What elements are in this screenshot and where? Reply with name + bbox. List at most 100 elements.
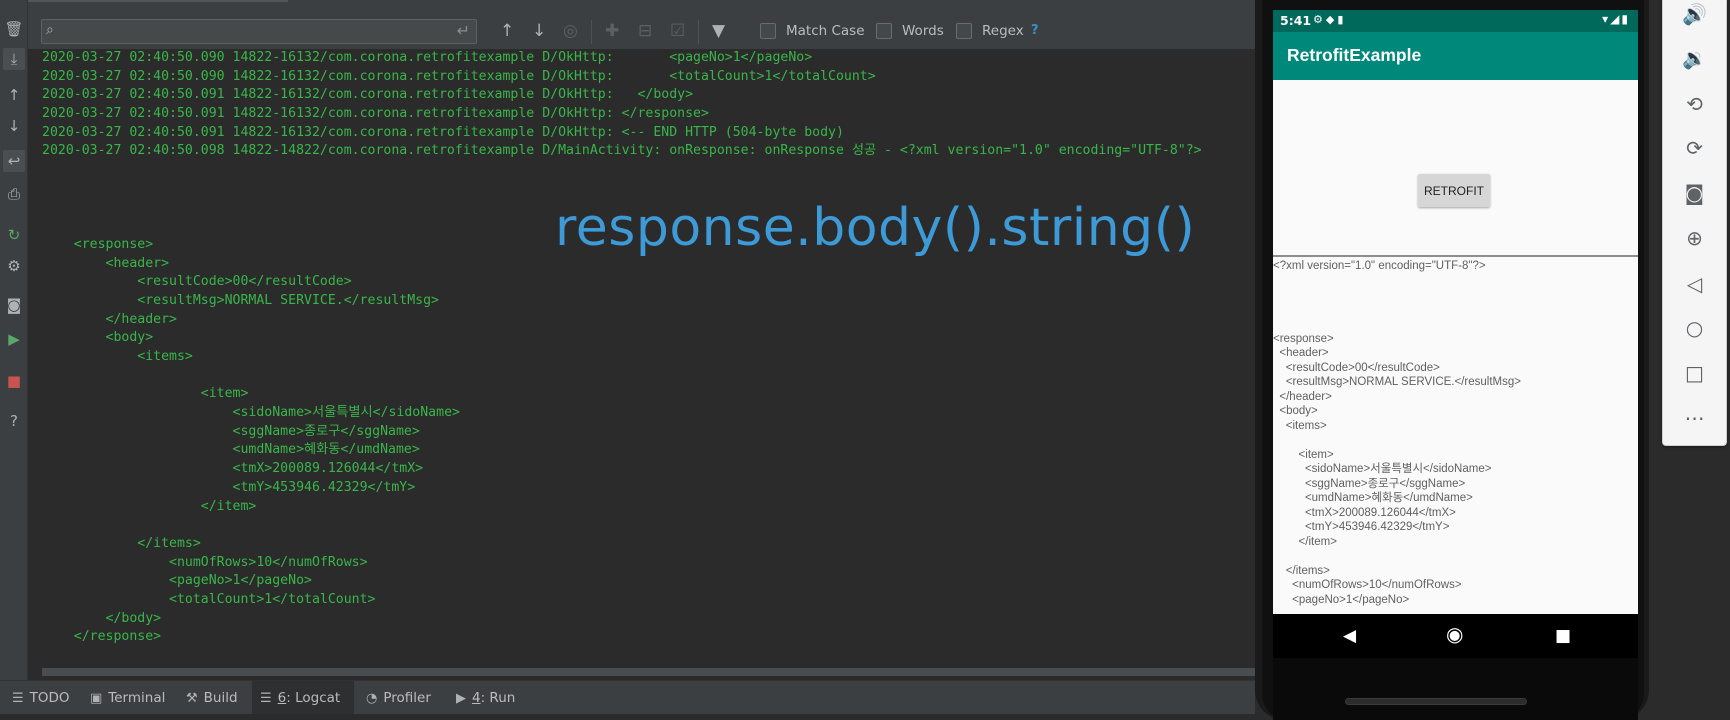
stop-icon[interactable]: ■	[3, 370, 25, 392]
divider	[1273, 255, 1638, 257]
volume-up-icon[interactable]: 🔊	[1663, 2, 1726, 26]
screen-record-icon[interactable]: ▶	[3, 328, 25, 350]
app-bar: RetrofitExample	[1273, 32, 1638, 80]
log-line: 2020-03-27 02:40:50.090 14822-16132/com.…	[42, 50, 813, 65]
logcat-search-input[interactable]: ⌕ ↵	[41, 19, 477, 44]
response-line: <umdName>혜화동</umdName>	[1273, 492, 1473, 504]
recents-icon[interactable]: ■	[1555, 625, 1571, 647]
volume-down-icon[interactable]: 🔉	[1663, 46, 1726, 70]
rotate-right-icon[interactable]: ⟳	[1663, 136, 1726, 160]
logcat-side-toolbar: 🗑 ⤓ ↑ ↓ ↩ ⎙ ↻ ⚙ ◙ ▶ ■ ?	[0, 0, 28, 680]
tab-logcat[interactable]: ☰ 6: Logcat	[252, 681, 354, 715]
enter-icon: ↵	[456, 21, 470, 40]
gear-icon[interactable]: ⚙	[3, 255, 25, 277]
log-line: 2020-03-27 02:40:50.090 14822-16132/com.…	[42, 68, 876, 84]
log-line: <body>	[42, 330, 154, 346]
response-line: <header>	[1273, 347, 1329, 359]
tab-terminal[interactable]: ▣ Terminal	[84, 681, 171, 715]
emulator-controls: 🔊 🔉 ⟲ ⟳ ◙ ⊕ ◁ ○ □ ⋯	[1662, 0, 1727, 446]
android-nav-bar: ◀ ◉ ■	[1273, 614, 1638, 658]
trash-icon[interactable]: 🗑	[3, 18, 25, 40]
remove-occurrence-icon[interactable]: ⊟	[638, 20, 652, 42]
phone-chin	[1273, 658, 1638, 720]
camera-icon[interactable]: ◙	[1663, 181, 1726, 205]
app-content: RETROFIT <?xml version="1.0" encoding="U…	[1273, 80, 1638, 614]
horizontal-scrollbar[interactable]	[42, 668, 1255, 676]
response-line: <?xml version="1.0" encoding="UTF-8"?>	[1273, 260, 1486, 272]
play-icon: ▶	[456, 690, 466, 706]
response-line: <sidoName>서울특별시</sidoName>	[1273, 463, 1492, 475]
response-line	[1273, 433, 1521, 448]
log-line: 2020-03-27 02:40:50.091 14822-16132/com.…	[42, 87, 694, 103]
add-occurrence-icon[interactable]: ✚	[605, 20, 619, 42]
response-line: <pageNo>1</pageNo>	[1273, 593, 1410, 606]
tab-label: : Run	[480, 690, 516, 706]
print-icon[interactable]: ⎙	[3, 183, 25, 205]
android-status-bar: 5:41 ⚙◆▮ ▾◢▮	[1273, 10, 1638, 32]
help-icon[interactable]: ?	[3, 410, 25, 432]
log-line: <numOfRows>10</numOfRows>	[42, 554, 368, 570]
restart-icon[interactable]: ↻	[3, 224, 25, 246]
response-line: <response>	[1273, 332, 1334, 345]
select-all-occurrences-icon[interactable]: ☑	[670, 20, 685, 42]
words-label[interactable]: Words	[902, 23, 944, 39]
retrofit-button[interactable]: RETROFIT	[1418, 174, 1490, 207]
logcat-output[interactable]: 2020-03-27 02:40:50.090 14822-16132/com.…	[28, 49, 1255, 668]
match-case-checkbox[interactable]	[760, 23, 776, 39]
status-time: 5:41	[1280, 13, 1312, 28]
filter-icon[interactable]: ▼	[712, 20, 725, 42]
response-line: <resultCode>00</resultCode>	[1273, 361, 1440, 374]
response-line: <tmY>453946.42329</tmY>	[1273, 521, 1450, 533]
arrow-up-icon[interactable]: ↑	[3, 84, 25, 106]
response-line	[1273, 288, 1521, 303]
tab-build[interactable]: ⚒ Build	[180, 681, 244, 715]
signal-battery-icons: ▾◢▮	[1602, 12, 1630, 26]
log-line: <tmX>200089.126044</tmX>	[42, 461, 424, 477]
response-line: </items>	[1273, 564, 1330, 577]
next-occurrence-icon[interactable]: ↓	[532, 20, 546, 42]
hammer-icon: ⚒	[186, 690, 198, 706]
match-case-label[interactable]: Match Case	[786, 23, 865, 39]
log-line: 2020-03-27 02:40:50.091 14822-16132/com.…	[42, 106, 709, 122]
regex-label[interactable]: Regex	[982, 23, 1024, 39]
regex-help-link[interactable]: ?	[1031, 23, 1039, 38]
response-line	[1273, 549, 1521, 564]
rotate-left-icon[interactable]: ⟲	[1663, 92, 1726, 116]
toolbar-separator	[591, 20, 592, 44]
regex-checkbox[interactable]	[956, 23, 972, 39]
response-line: <item>	[1273, 448, 1334, 461]
previous-occurrence-icon[interactable]: ↑	[500, 20, 514, 42]
log-line: </header>	[42, 311, 177, 327]
back-icon[interactable]: ◁	[1663, 272, 1726, 296]
more-icon[interactable]: ⋯	[1663, 406, 1726, 430]
home-icon[interactable]: ◉	[1446, 623, 1463, 645]
log-line: </body>	[42, 610, 162, 626]
zoom-icon[interactable]: ⊕	[1663, 226, 1726, 250]
tab-label: Profiler	[383, 690, 431, 706]
terminal-icon: ▣	[90, 690, 103, 706]
gauge-icon: ◔	[366, 690, 378, 706]
tab-mnemonic: 6	[277, 690, 287, 706]
arrow-down-icon[interactable]: ↓	[3, 115, 25, 137]
response-text: <?xml version="1.0" encoding="UTF-8"?> <r…	[1273, 259, 1521, 607]
soft-wrap-icon[interactable]: ↩	[3, 150, 25, 172]
overview-icon[interactable]: □	[1663, 361, 1726, 385]
tab-run[interactable]: ▶ 4: Run	[450, 681, 521, 715]
log-line: <resultCode>00</resultCode>	[42, 274, 352, 290]
response-line	[1273, 303, 1521, 318]
response-line: <numOfRows>10</numOfRows>	[1273, 579, 1462, 591]
response-line: <sggName>종로구</sggName>	[1273, 477, 1466, 490]
scroll-to-end-icon[interactable]: ⤓	[3, 48, 25, 70]
words-checkbox[interactable]	[876, 23, 892, 39]
back-icon[interactable]: ◀	[1343, 625, 1356, 647]
tab-label: TODO	[29, 690, 70, 706]
camera-icon[interactable]: ◙	[3, 294, 25, 316]
response-line: </item>	[1273, 535, 1337, 548]
tab-label: Terminal	[108, 690, 166, 706]
tab-todo[interactable]: ☰ TODO	[6, 681, 76, 715]
home-icon[interactable]: ○	[1663, 316, 1726, 340]
tab-profiler[interactable]: ◔ Profiler	[360, 681, 437, 715]
speaker-grille	[1345, 698, 1527, 705]
find-all-icon[interactable]: ◎	[563, 20, 578, 42]
